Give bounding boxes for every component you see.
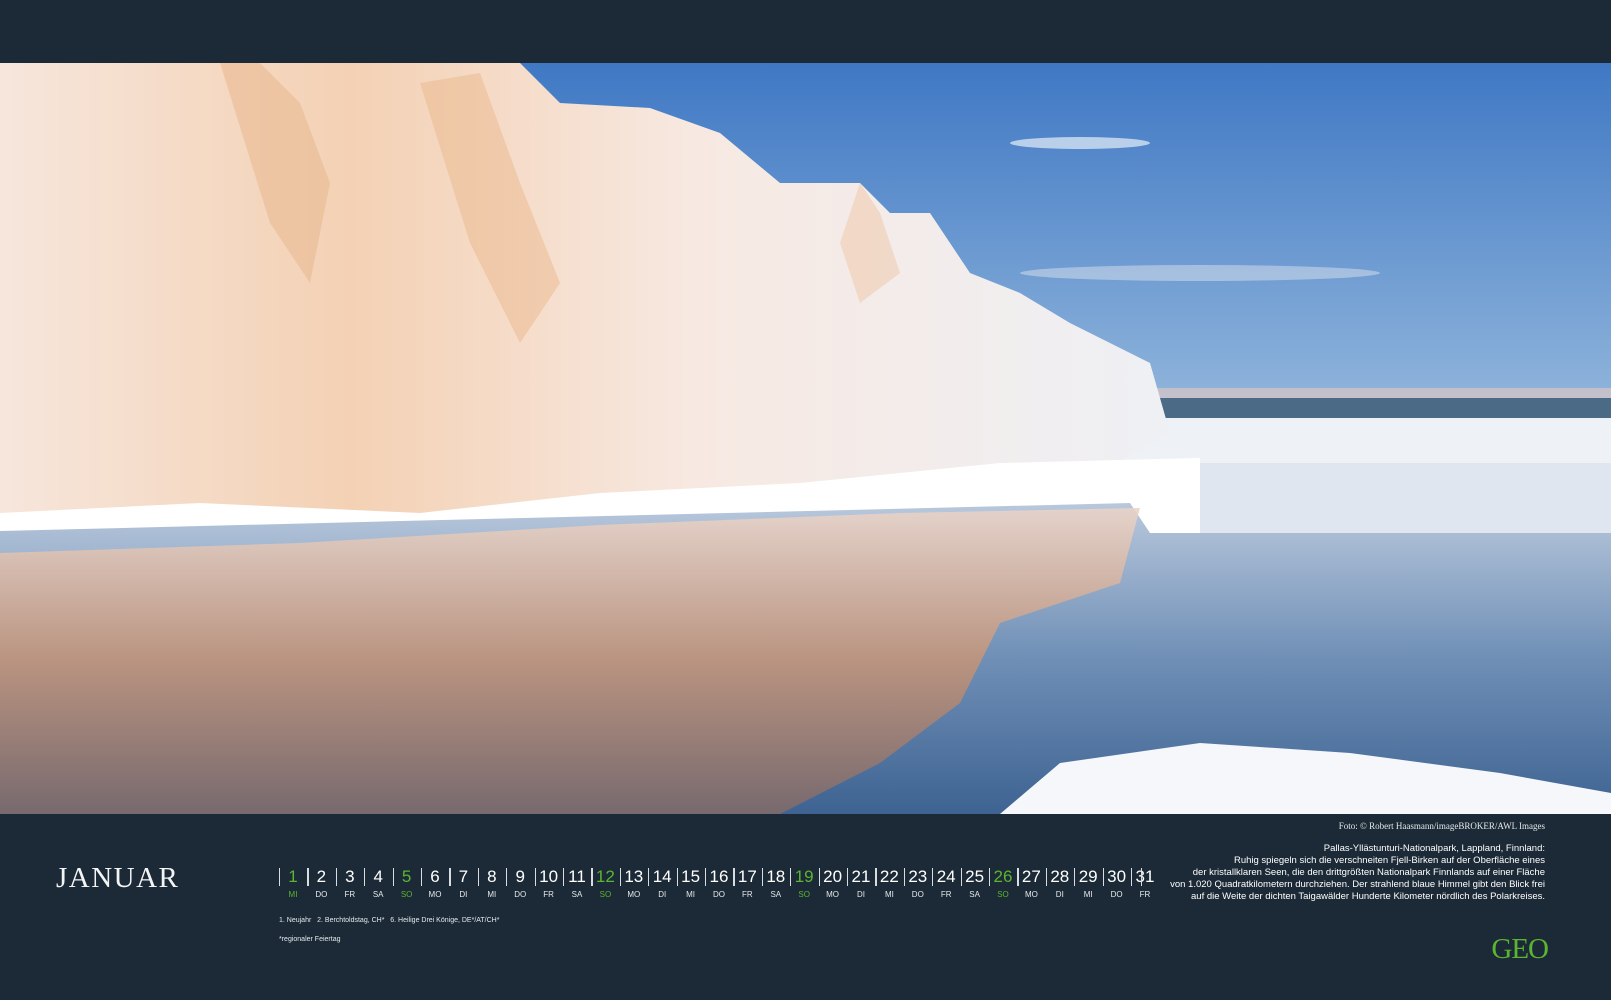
day-cell: 9 DO bbox=[506, 866, 534, 906]
day-number: 1 bbox=[288, 867, 298, 886]
caption-line: auf die Weite der dichten Taigawälder Hu… bbox=[1191, 891, 1545, 902]
day-cell: 11 SA bbox=[563, 866, 591, 906]
day-cell: 4 SA bbox=[364, 866, 392, 906]
day-cell: 12 SO bbox=[591, 866, 619, 906]
day-cell: 14 DI bbox=[648, 866, 676, 906]
day-cell: 15 MI bbox=[676, 866, 705, 906]
day-number: 20 bbox=[823, 867, 843, 886]
day-cell: 25 SA bbox=[960, 866, 989, 906]
day-cell: 7 DI bbox=[449, 866, 477, 906]
weekday-label: FR bbox=[543, 890, 554, 899]
day-number: 18 bbox=[766, 867, 786, 886]
weekday-label: SO bbox=[997, 890, 1009, 899]
weekday-label: MO bbox=[627, 890, 641, 899]
weekday-label: SA bbox=[969, 890, 980, 899]
day-number: 15 bbox=[681, 867, 701, 886]
weekday-label: DO bbox=[911, 890, 924, 899]
weekday-label: SA bbox=[770, 890, 782, 899]
holiday-list: 1. Neujahr 2. Berchtoldstag, CH* 6. Heil… bbox=[279, 917, 500, 924]
weekday-label: MI bbox=[288, 890, 298, 899]
weekday-label: MI bbox=[686, 890, 696, 899]
day-number: 24 bbox=[936, 867, 956, 886]
day-number: 12 bbox=[595, 867, 615, 886]
day-number: 27 bbox=[1021, 867, 1041, 886]
day-cell: 20 MO bbox=[818, 866, 847, 906]
caption-line: Ruhig spiegeln sich die verschneiten Fje… bbox=[1233, 855, 1545, 866]
weekday-label: DO bbox=[713, 890, 725, 899]
day-number: 28 bbox=[1050, 867, 1070, 886]
photo-credit: Foto: © Robert Haasmann/imageBROKER/AWL … bbox=[1338, 821, 1545, 831]
regional-holiday-note: *regionaler Feiertag bbox=[279, 936, 341, 943]
weekday-label: FR bbox=[344, 890, 356, 899]
day-number: 10 bbox=[539, 867, 559, 886]
day-number: 3 bbox=[345, 867, 355, 886]
day-number: 14 bbox=[652, 867, 672, 886]
winter-lake-photo bbox=[0, 63, 1611, 814]
day-number: 25 bbox=[965, 867, 985, 886]
day-cell: 26 SO bbox=[989, 866, 1017, 906]
day-cell: 2 DO bbox=[307, 866, 335, 906]
day-number: 9 bbox=[515, 867, 525, 886]
weekday-label: SO bbox=[798, 890, 810, 899]
day-number: 21 bbox=[851, 867, 871, 886]
weekday-label: SO bbox=[400, 890, 413, 899]
weekday-label: DI bbox=[658, 890, 667, 899]
day-number: 29 bbox=[1078, 867, 1098, 886]
weekday-label: FR bbox=[940, 890, 952, 899]
weekday-label: MI bbox=[884, 890, 894, 899]
day-cell: 24 FR bbox=[932, 866, 960, 906]
caption-line: der kristallklaren Seen, die den drittgr… bbox=[1192, 867, 1545, 878]
weekday-label: MO bbox=[428, 890, 442, 899]
weekday-label: DO bbox=[315, 890, 328, 899]
day-cell: 22 MI bbox=[875, 866, 903, 906]
day-cell: 19 SO bbox=[790, 866, 818, 906]
day-number: 8 bbox=[487, 867, 497, 886]
day-cell: 16 DO bbox=[705, 866, 733, 906]
day-cell: 5 SO bbox=[392, 866, 421, 906]
weekday-label: MI bbox=[1083, 890, 1093, 899]
weekday-label: MO bbox=[826, 890, 840, 899]
weekday-label: SA bbox=[372, 890, 384, 899]
geo-logo: GEO bbox=[1491, 933, 1549, 965]
day-number: 23 bbox=[908, 867, 928, 886]
day-number: 16 bbox=[709, 867, 729, 886]
day-cell: 27 MO bbox=[1017, 866, 1045, 906]
day-number: 17 bbox=[737, 867, 757, 886]
day-cell: 13 MO bbox=[619, 866, 648, 906]
day-number: 7 bbox=[458, 867, 469, 886]
day-number: 2 bbox=[316, 867, 327, 886]
day-cell: 18 SA bbox=[761, 866, 790, 906]
caption-title: Pallas-Yllästunturi-Nationalpark, Lappla… bbox=[1323, 843, 1545, 854]
day-cell: 21 DI bbox=[847, 866, 875, 906]
day-number: 19 bbox=[794, 867, 814, 886]
day-cell: 28 DI bbox=[1045, 866, 1074, 906]
weekday-label: DI bbox=[857, 890, 865, 899]
day-cell: 1 MI bbox=[279, 866, 307, 906]
weekday-label: FR bbox=[742, 890, 753, 899]
weekday-label: SO bbox=[599, 890, 612, 899]
day-number: 11 bbox=[568, 867, 586, 886]
month-title: JANUAR bbox=[56, 862, 180, 894]
day-number: 6 bbox=[430, 867, 440, 886]
day-cell: 23 DO bbox=[903, 866, 932, 906]
day-cell: 17 FR bbox=[733, 866, 761, 906]
day-cell: 3 FR bbox=[335, 866, 364, 906]
caption-line: von 1.020 Quadratkilometern durchziehen.… bbox=[1170, 879, 1545, 890]
day-cell: 10 FR bbox=[534, 866, 563, 906]
weekday-label: MI bbox=[487, 890, 497, 899]
weekday-label: DO bbox=[514, 890, 527, 899]
day-number: 26 bbox=[993, 867, 1013, 886]
day-number: 13 bbox=[624, 867, 644, 886]
day-cell: 6 MO bbox=[421, 866, 449, 906]
weekday-label: MO bbox=[1024, 890, 1038, 899]
weekday-label: DI bbox=[1055, 890, 1064, 899]
photo-caption: Pallas-Yllästunturi-Nationalpark, Lappla… bbox=[1125, 843, 1545, 903]
day-cell: 29 MI bbox=[1074, 866, 1102, 906]
weekday-label: SA bbox=[571, 890, 583, 899]
day-number: 5 bbox=[401, 867, 412, 886]
weekday-label: DI bbox=[459, 890, 468, 899]
day-number: 4 bbox=[373, 867, 383, 886]
day-number: 22 bbox=[879, 867, 899, 886]
day-cell: 8 MI bbox=[477, 866, 506, 906]
